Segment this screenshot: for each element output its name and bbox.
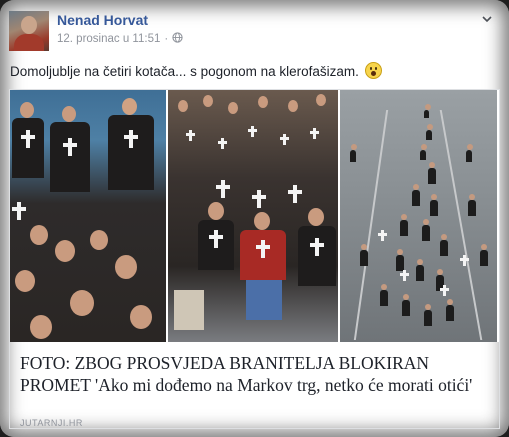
author-name-link[interactable]: Nenad Horvat [57,12,148,28]
globe-icon[interactable] [172,32,183,46]
surprised-face-emoji-icon [364,62,382,79]
post-meta: 12. prosinac u 11:51 · [57,32,183,46]
post-timestamp[interactable]: 12. prosinac u 11:51 [57,33,160,45]
post-text: Domoljublje na četiri kotača... s pogono… [10,64,359,79]
author-avatar[interactable] [9,11,49,51]
meta-separator: · [164,33,169,45]
photo-veterans-crosses [10,90,166,342]
avatar-body [14,34,44,51]
link-preview-image[interactable] [10,90,499,342]
link-preview-title[interactable]: FOTO: ZBOG PROSVJEDA BRANITELJA BLOKIRAN… [20,352,490,396]
photo-street-march [340,90,497,342]
avatar-head [21,16,37,34]
facebook-post-card: Nenad Horvat 12. prosinac u 11:51 · Domo… [0,0,509,437]
link-preview-source: JUTARNJI.HR [20,418,83,428]
photo-wheelchair-veterans [168,90,338,342]
chevron-down-icon[interactable] [481,12,493,24]
post-text-container: Domoljublje na četiri kotača... s pogono… [10,62,382,79]
link-preview-card[interactable]: FOTO: ZBOG PROSVJEDA BRANITELJA BLOKIRAN… [9,89,500,429]
